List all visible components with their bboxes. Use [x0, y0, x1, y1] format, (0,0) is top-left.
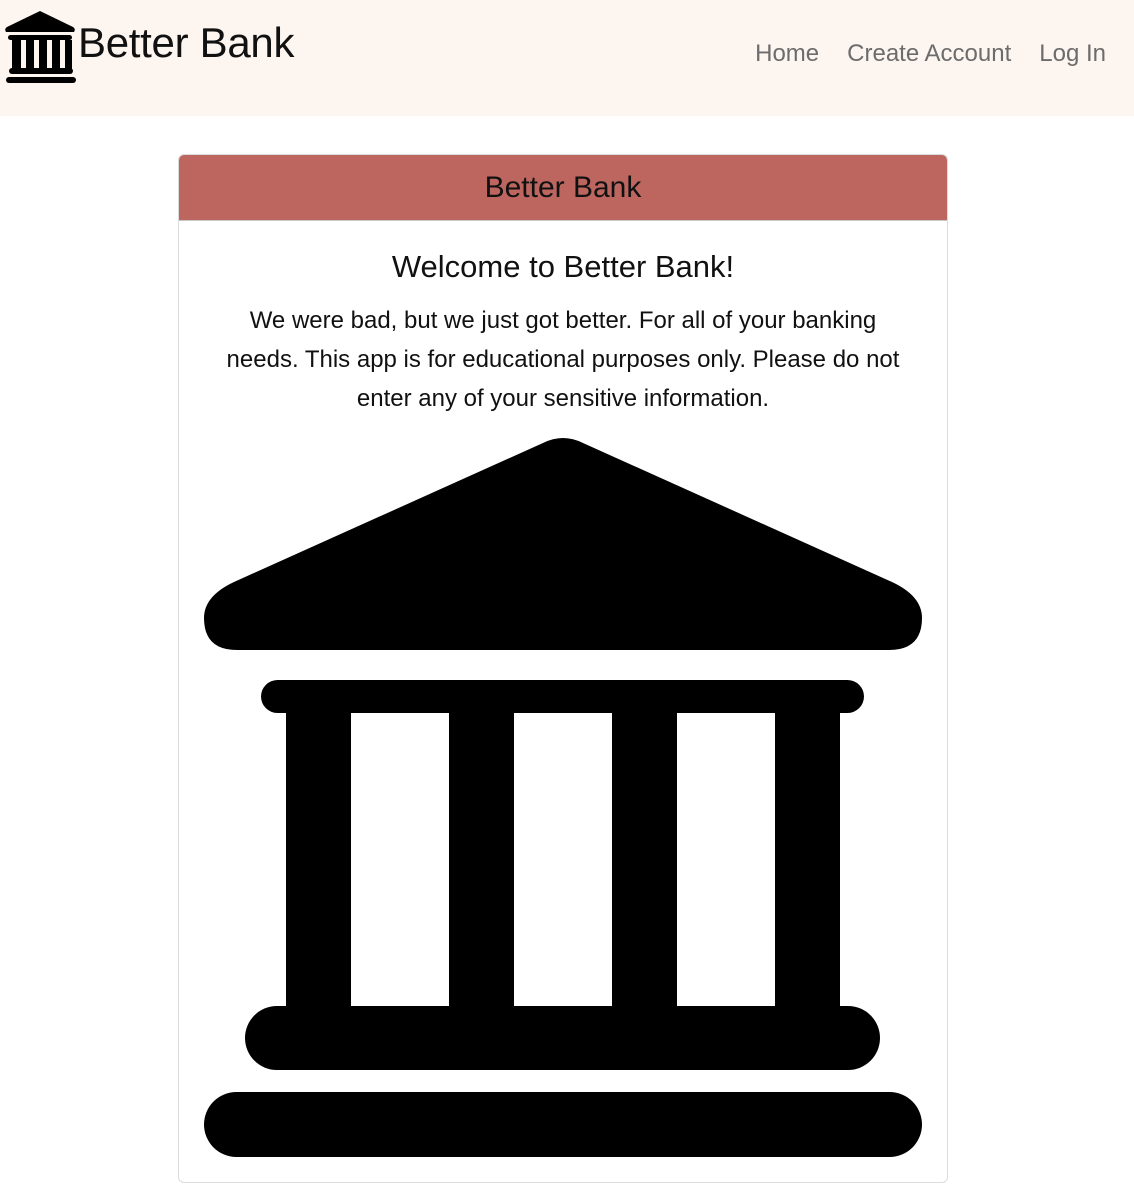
brand-name: Better Bank	[78, 19, 295, 66]
navbar: Better Bank Home Create Account Log In	[0, 0, 1134, 116]
nav-link-create-account[interactable]: Create Account	[833, 38, 1025, 70]
bank-icon	[204, 438, 922, 1157]
bank-icon	[5, 11, 76, 83]
nav-link-log-in[interactable]: Log In	[1025, 38, 1106, 70]
nav-links: Home Create Account Log In	[741, 38, 1106, 70]
brand-link[interactable]: Better Bank	[4, 8, 294, 84]
card-title: Welcome to Better Bank!	[391, 249, 735, 284]
welcome-card: Better Bank Welcome to Better Bank! We w…	[178, 154, 948, 1183]
card-description: We were bad, but we just got better. For…	[226, 307, 900, 412]
card-header: Better Bank	[179, 155, 947, 221]
nav-link-home[interactable]: Home	[741, 38, 833, 70]
card-body: Welcome to Better Bank! We were bad, but…	[179, 249, 947, 418]
